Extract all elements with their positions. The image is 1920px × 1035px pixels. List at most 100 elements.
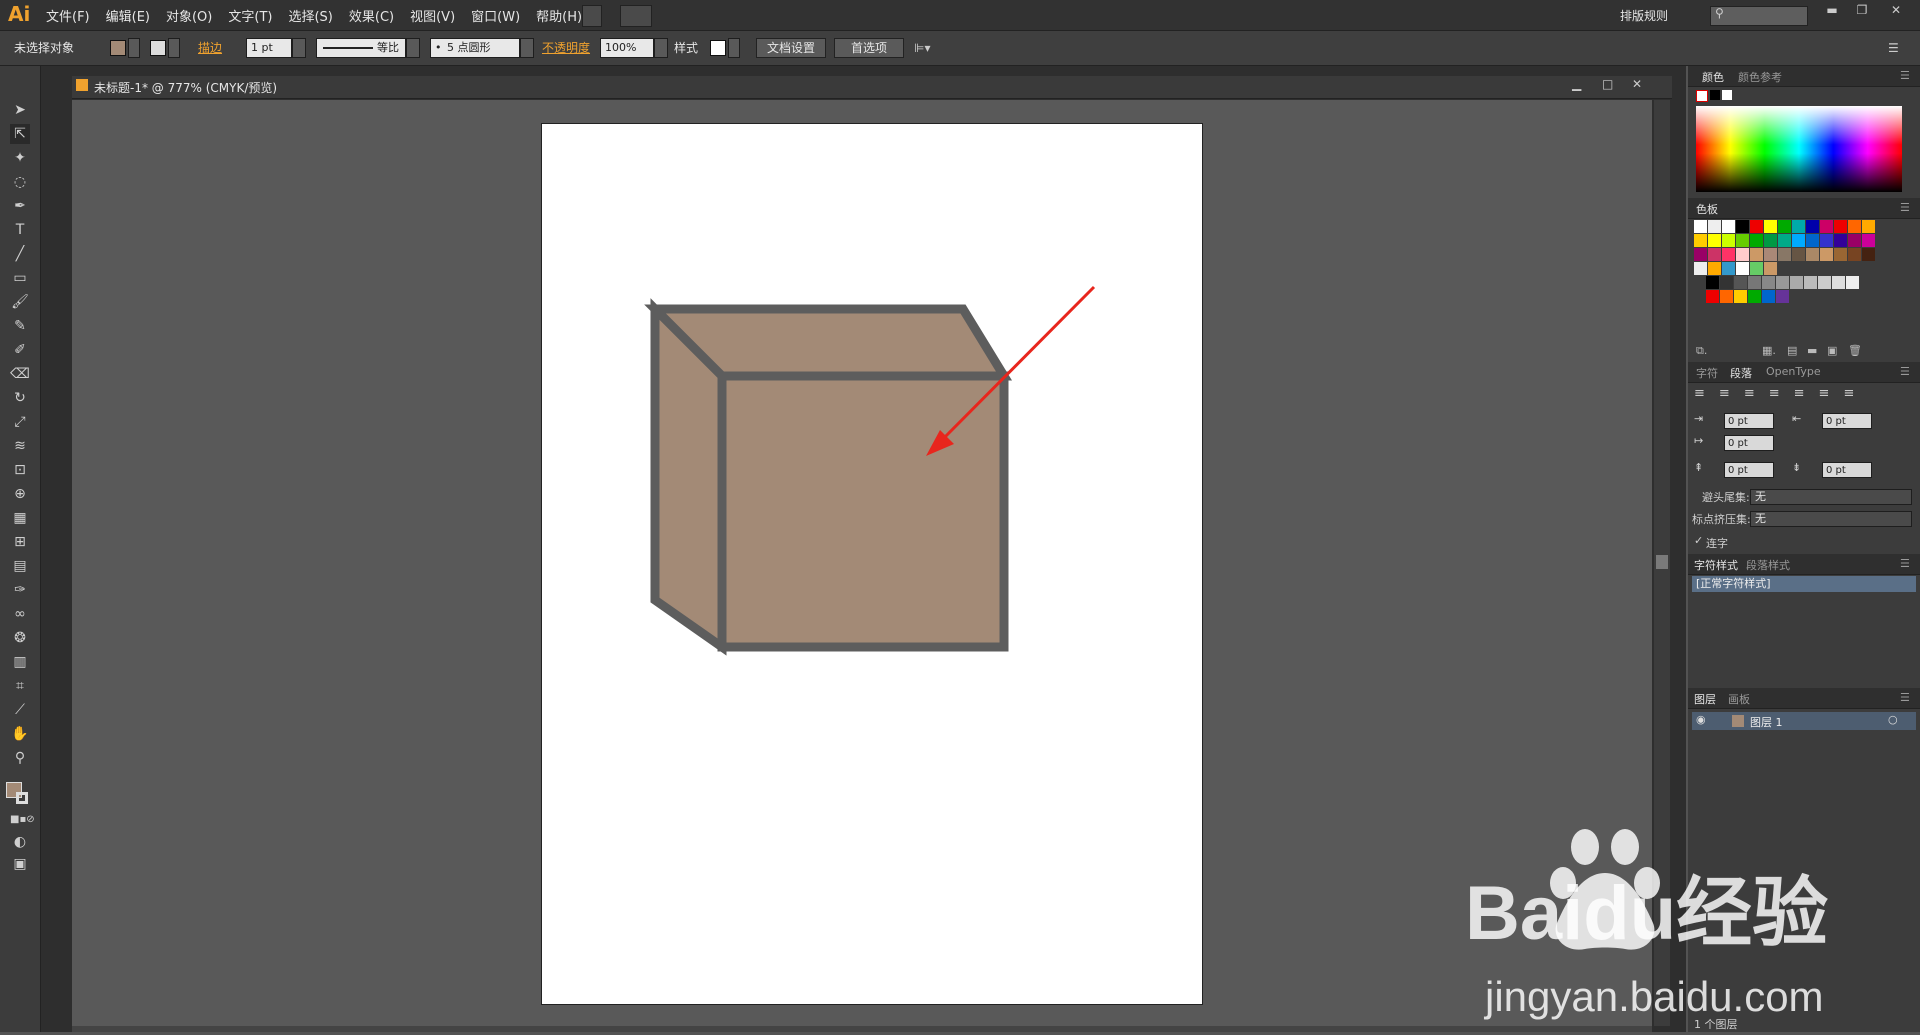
tab-paragraph-styles[interactable]: 段落样式 — [1746, 557, 1790, 573]
align-options-icon[interactable]: ⊫▾ — [914, 38, 944, 58]
color-swatch[interactable] — [1736, 248, 1749, 261]
blend-tool-icon[interactable]: ∞ — [10, 604, 30, 624]
stroke-dropdown[interactable] — [168, 38, 180, 58]
slice-tool-icon[interactable]: ⟋ — [10, 700, 30, 720]
black-color-chip[interactable] — [1710, 90, 1720, 100]
direct-selection-tool-icon[interactable]: ⇱ — [10, 124, 30, 144]
justify-all-icon[interactable]: ≡ — [1843, 386, 1868, 401]
color-swatch[interactable] — [1806, 220, 1819, 233]
color-mode-icons[interactable]: ■▪⊘ — [10, 810, 35, 830]
type-tool-icon[interactable]: T — [10, 220, 30, 240]
color-swatch[interactable] — [1750, 220, 1763, 233]
align-center-icon[interactable]: ≡ — [1719, 386, 1744, 401]
color-swatch[interactable] — [1734, 276, 1747, 289]
mojikumi-select[interactable]: 无 — [1750, 511, 1912, 527]
tab-opentype[interactable]: OpenType — [1766, 365, 1821, 378]
menu-type[interactable]: 文字(T) — [228, 6, 272, 25]
justify-left-icon[interactable]: ≡ — [1769, 386, 1794, 401]
eraser-icon[interactable]: ⌫ — [10, 364, 30, 384]
color-swatch[interactable] — [1792, 220, 1805, 233]
opacity-dropdown[interactable] — [654, 38, 668, 58]
color-swatch[interactable] — [1848, 248, 1861, 261]
color-swatch[interactable] — [1820, 234, 1833, 247]
color-swatch[interactable] — [1778, 220, 1791, 233]
color-swatch[interactable] — [1722, 248, 1735, 261]
color-swatch[interactable] — [1764, 248, 1777, 261]
color-swatch[interactable] — [1790, 276, 1803, 289]
horizontal-scrollbar[interactable] — [72, 1026, 1652, 1032]
color-swatch[interactable] — [1694, 248, 1707, 261]
graph-tool-icon[interactable]: ▥ — [10, 652, 30, 672]
color-swatch[interactable] — [1720, 290, 1733, 303]
magic-wand-icon[interactable]: ✦ — [10, 148, 30, 168]
color-swatch[interactable] — [1848, 234, 1861, 247]
brush-dropdown[interactable] — [520, 38, 534, 58]
align-right-icon[interactable]: ≡ — [1744, 386, 1769, 401]
color-swatch[interactable] — [1806, 248, 1819, 261]
minimize-window-button[interactable]: ▬ — [1818, 3, 1846, 23]
color-swatch[interactable] — [1706, 276, 1719, 289]
search-input[interactable]: ⚲ — [1710, 6, 1808, 26]
color-swatch[interactable] — [1694, 220, 1707, 233]
tab-color-guide[interactable]: 颜色参考 — [1738, 69, 1782, 85]
color-swatch[interactable] — [1792, 248, 1805, 261]
fill-dropdown[interactable] — [128, 38, 140, 58]
color-swatch[interactable] — [1708, 220, 1721, 233]
close-window-button[interactable]: ✕ — [1880, 3, 1912, 23]
space-after-field[interactable]: 0 pt — [1822, 462, 1872, 478]
color-swatch[interactable] — [1764, 262, 1777, 275]
color-swatch[interactable] — [1748, 290, 1761, 303]
scale-tool-icon[interactable]: ⤢ — [10, 412, 30, 432]
symbol-sprayer-icon[interactable]: ❂ — [10, 628, 30, 648]
swatch-grid[interactable] — [1694, 220, 1904, 303]
screen-mode-icon[interactable]: ▣ — [10, 854, 30, 874]
visibility-eye-icon[interactable]: ◉ — [1696, 713, 1706, 726]
perspective-grid-icon[interactable]: ▦ — [10, 508, 30, 528]
color-swatch[interactable] — [1832, 276, 1845, 289]
paintbrush-icon[interactable]: 🖌 — [10, 292, 30, 312]
artboard[interactable] — [541, 123, 1203, 1005]
selection-tool-icon[interactable]: ➤ — [10, 100, 30, 120]
color-spectrum[interactable] — [1696, 106, 1902, 192]
pencil-icon[interactable]: ✎ — [10, 316, 30, 336]
color-swatch[interactable] — [1708, 262, 1721, 275]
style-swatch[interactable] — [710, 40, 726, 56]
document-tab[interactable]: 未标题-1* @ 777% (CMYK/预览) ▁ □ ✕ — [72, 76, 1672, 99]
layer-target-icon[interactable]: ○ — [1888, 713, 1898, 726]
color-swatch[interactable] — [1776, 276, 1789, 289]
color-swatch[interactable] — [1862, 220, 1875, 233]
box-illustration[interactable] — [644, 298, 1013, 656]
hand-tool-icon[interactable]: ✋ — [10, 724, 30, 744]
swatch-options-icon[interactable]: ▤ — [1787, 344, 1797, 357]
color-swatch[interactable] — [1708, 248, 1721, 261]
char-styles-menu-icon[interactable]: ☰ — [1900, 557, 1910, 570]
fill-swatch[interactable] — [110, 40, 126, 56]
preferences-button[interactable]: 首选项 — [834, 38, 904, 58]
menu-effect[interactable]: 效果(C) — [349, 6, 394, 25]
color-swatch[interactable] — [1750, 262, 1763, 275]
artboard-tool-icon[interactable]: ⌗ — [10, 676, 30, 696]
menu-file[interactable]: 文件(F) — [46, 6, 90, 25]
align-left-icon[interactable]: ≡ — [1694, 386, 1719, 401]
kinsoku-select[interactable]: 无 — [1750, 489, 1912, 505]
menu-object[interactable]: 对象(O) — [166, 6, 212, 25]
stroke-profile-dropdown[interactable] — [406, 38, 420, 58]
lasso-icon[interactable]: ◌ — [10, 172, 30, 192]
color-swatch[interactable] — [1762, 290, 1775, 303]
left-indent-field[interactable]: 0 pt — [1724, 413, 1774, 429]
shape-builder-icon[interactable]: ⊕ — [10, 484, 30, 504]
color-swatch[interactable] — [1694, 234, 1707, 247]
color-swatch[interactable] — [1820, 220, 1833, 233]
color-swatch[interactable] — [1862, 248, 1875, 261]
free-transform-icon[interactable]: ⊡ — [10, 460, 30, 480]
color-swatch[interactable] — [1764, 220, 1777, 233]
color-swatch[interactable] — [1750, 234, 1763, 247]
layers-menu-icon[interactable]: ☰ — [1900, 691, 1910, 704]
color-swatch[interactable] — [1806, 234, 1819, 247]
rectangle-tool-icon[interactable]: ▭ — [10, 268, 30, 288]
white-color-chip[interactable] — [1722, 90, 1732, 100]
color-swatch[interactable] — [1722, 220, 1735, 233]
mesh-tool-icon[interactable]: ⊞ — [10, 532, 30, 552]
tab-artboards[interactable]: 画板 — [1728, 691, 1750, 707]
line-tool-icon[interactable]: ╱ — [10, 244, 30, 264]
